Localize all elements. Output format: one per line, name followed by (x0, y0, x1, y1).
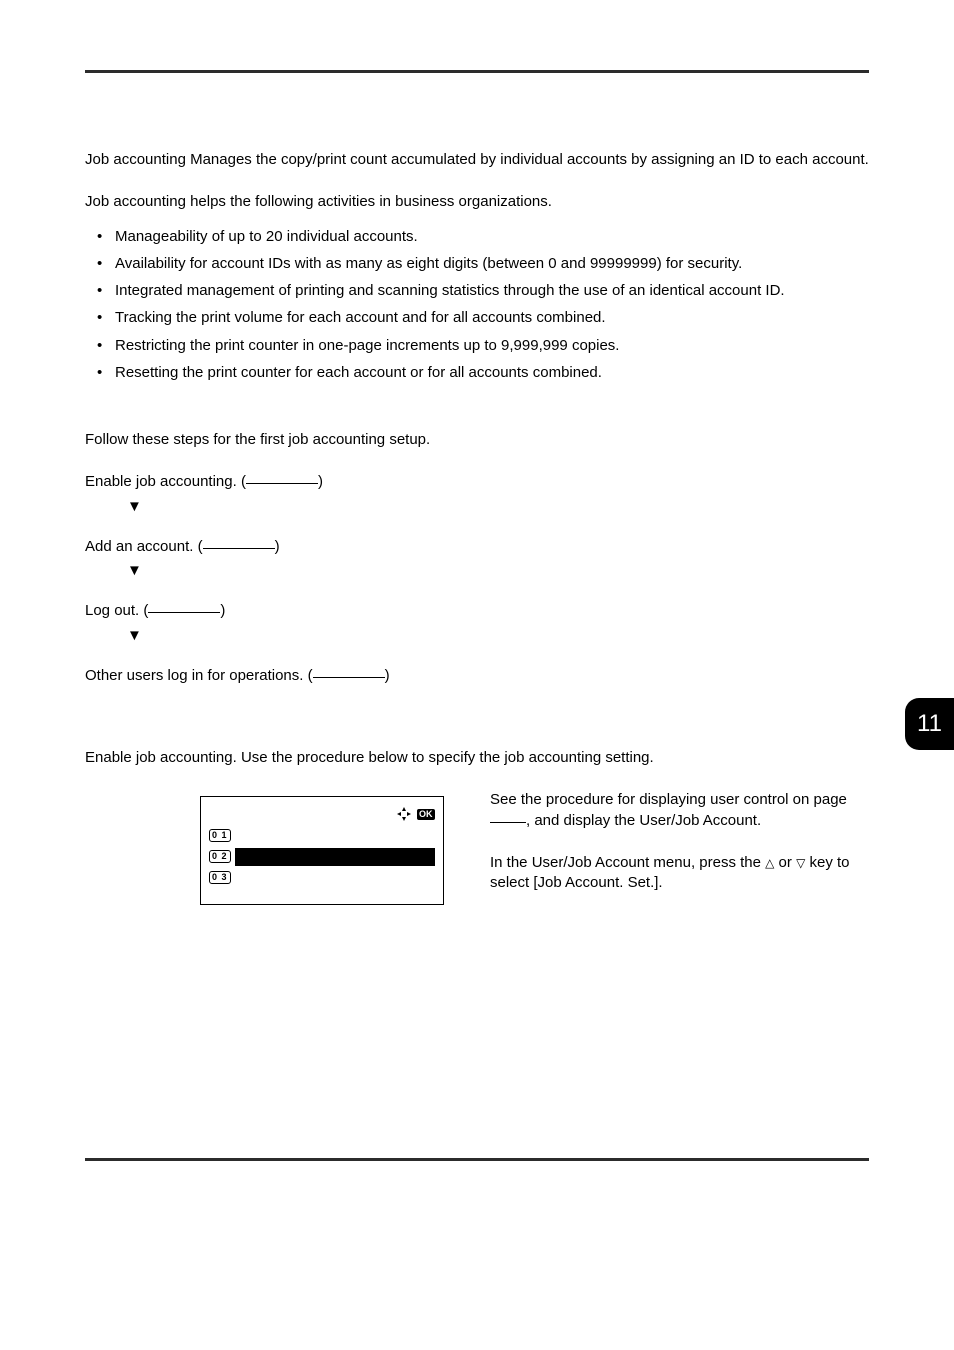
list-item: Manageability of up to 20 individual acc… (85, 227, 869, 247)
two-column-layout: OK 0 1 0 2 0 3 (85, 790, 869, 915)
triangle-up-icon: △ (765, 856, 774, 870)
top-rule (85, 70, 869, 73)
intro-paragraph-2: Job accounting helps the following activ… (85, 192, 869, 212)
down-arrow-icon: ▼ (127, 497, 869, 517)
row-num-icon: 0 1 (209, 829, 231, 842)
panel-row-1: 0 1 (209, 825, 435, 846)
blank-field (203, 548, 275, 549)
row-num-icon: 0 3 (209, 871, 231, 884)
flow-lead: Follow these steps for the first job acc… (85, 430, 869, 450)
flow-step-3: Log out. () (85, 601, 869, 621)
content-area: Job accounting Manages the copy/print co… (85, 150, 869, 915)
section2-lead: Enable job accounting. Use the procedure… (85, 748, 869, 768)
blank-field (148, 612, 220, 613)
right-para-2: In the User/Job Account menu, press the … (490, 853, 869, 894)
list-item: Integrated management of printing and sc… (85, 281, 869, 301)
feature-bullets: Manageability of up to 20 individual acc… (85, 227, 869, 384)
down-arrow-icon: ▼ (127, 626, 869, 646)
chapter-number: 11 (917, 710, 942, 738)
blank-field (246, 483, 318, 484)
list-item: Resetting the print counter for each acc… (85, 363, 869, 383)
right-column: See the procedure for displaying user co… (465, 790, 869, 915)
lcd-panel: OK 0 1 0 2 0 3 (200, 796, 444, 905)
panel-row-3: 0 3 (209, 867, 435, 888)
flow-step-4: Other users log in for operations. () (85, 666, 869, 686)
right-para-1: See the procedure for displaying user co… (490, 790, 869, 831)
nav-arrows-icon (396, 806, 412, 822)
flow-step-2: Add an account. () (85, 537, 869, 557)
blank-field (490, 822, 526, 823)
chapter-tab: 11 (905, 698, 954, 750)
panel-icons: OK (396, 806, 436, 822)
list-item: Tracking the print volume for each accou… (85, 308, 869, 328)
panel-title (209, 805, 213, 823)
intro-paragraph-1: Job accounting Manages the copy/print co… (85, 150, 869, 170)
section-enable-job-accounting: Enable job accounting. Use the procedure… (85, 748, 869, 915)
document-page: 11 Job accounting Manages the copy/print… (0, 0, 954, 1350)
triangle-down-icon: ▽ (796, 856, 805, 870)
ok-icon: OK (417, 809, 436, 820)
list-item: Restricting the print counter in one-pag… (85, 336, 869, 356)
bottom-rule (85, 1158, 869, 1161)
blank-field (313, 677, 385, 678)
flow-step-1: Enable job accounting. () (85, 472, 869, 492)
left-column: OK 0 1 0 2 0 3 (85, 790, 465, 915)
list-item: Availability for account IDs with as man… (85, 254, 869, 274)
panel-header-row: OK (209, 803, 435, 825)
down-arrow-icon: ▼ (127, 561, 869, 581)
panel-row-2: 0 2 (209, 846, 435, 867)
panel-row-label-highlight (235, 848, 435, 866)
row-num-icon: 0 2 (209, 850, 231, 863)
